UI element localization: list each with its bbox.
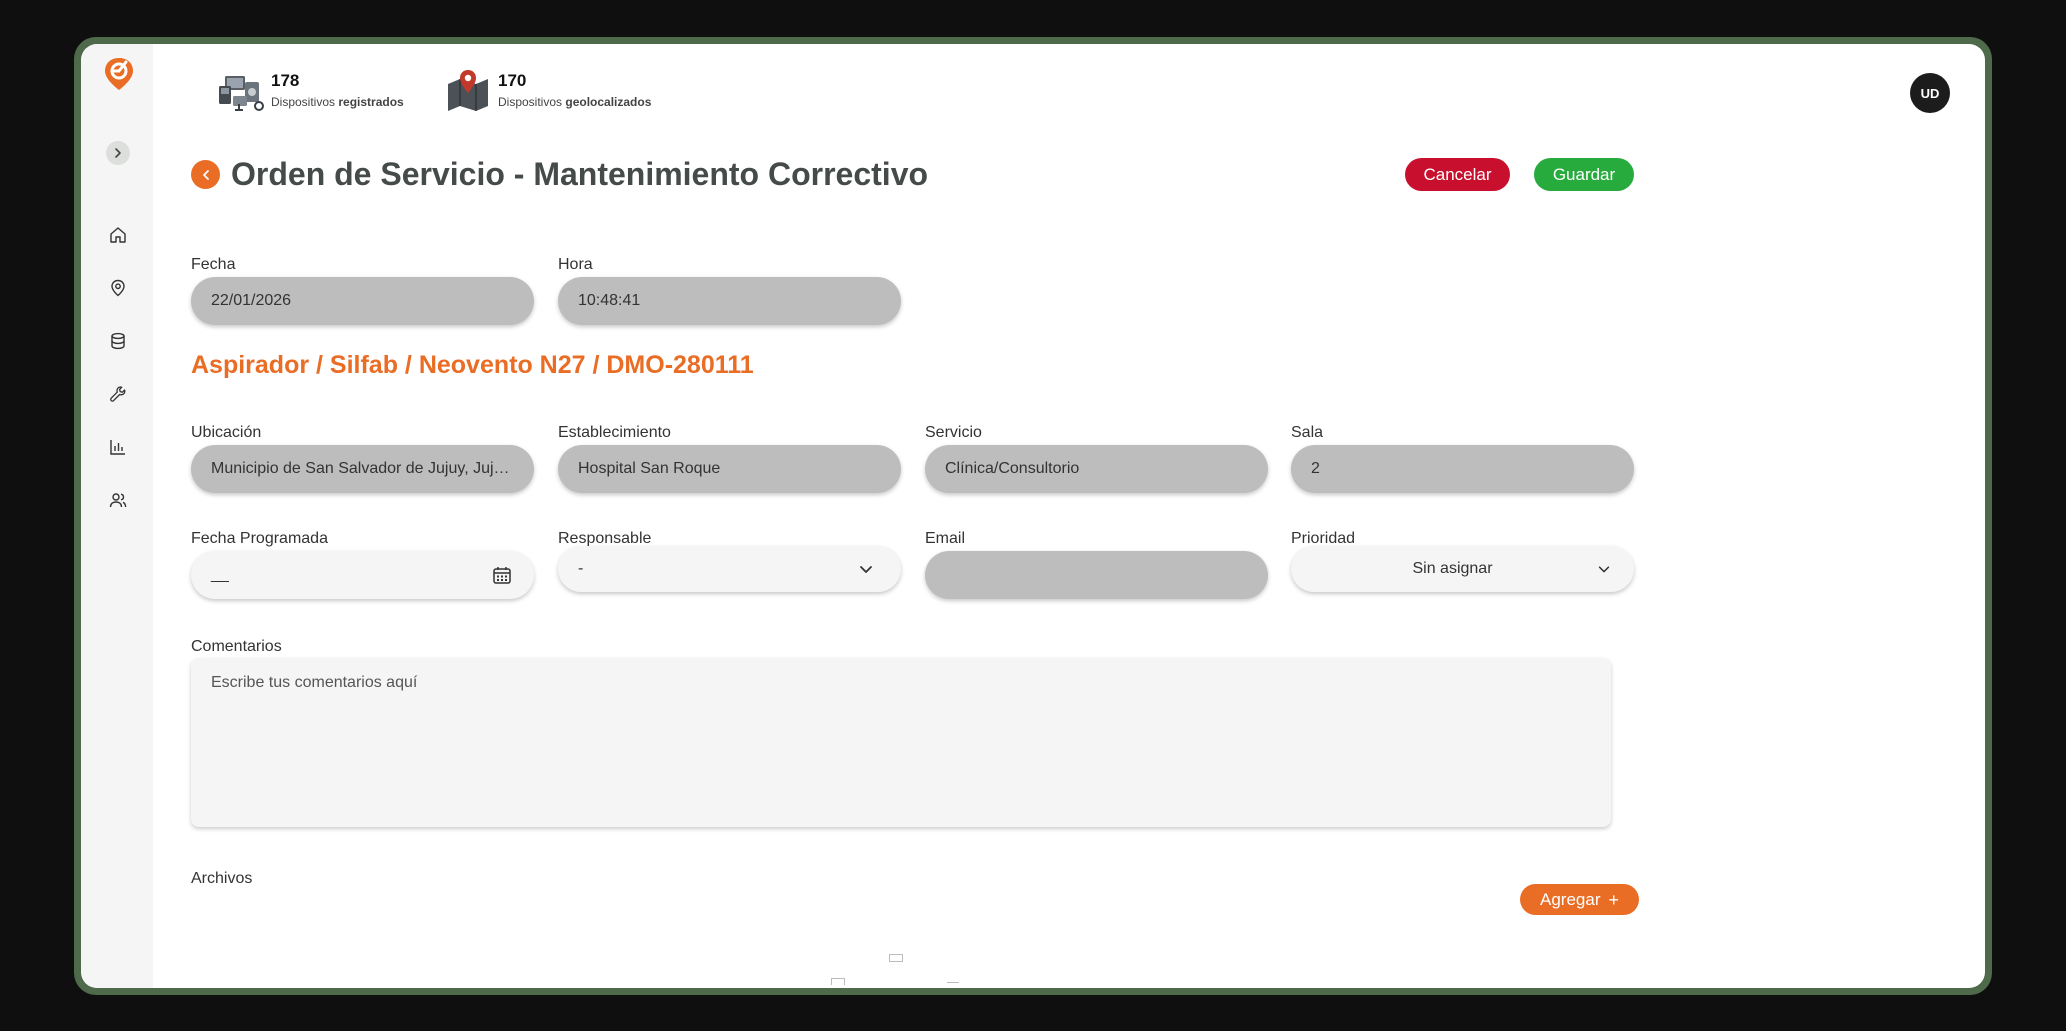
hora-field[interactable]: 10:48:41 <box>558 277 901 325</box>
hora-label: Hora <box>558 256 593 273</box>
users-icon <box>109 493 127 508</box>
placeholder-icon <box>831 978 845 985</box>
fecha-programada-label: Fecha Programada <box>191 530 328 547</box>
stat-geolocated-devices: 170 Dispositivos geolocalizados <box>444 66 651 114</box>
sidebar-item-location[interactable] <box>106 276 130 300</box>
home-icon <box>110 227 126 243</box>
calendar-icon[interactable] <box>492 565 512 585</box>
fecha-label: Fecha <box>191 256 236 273</box>
user-avatar[interactable]: UD <box>1910 73 1950 113</box>
sidebar-item-database[interactable] <box>106 329 130 353</box>
wrench-icon <box>110 386 126 402</box>
fecha-programada-input[interactable]: __ <box>191 551 534 599</box>
fecha-field[interactable]: 22/01/2026 <box>191 277 534 325</box>
sidebar-item-users[interactable] <box>106 488 130 512</box>
cancel-button[interactable]: Cancelar <box>1405 158 1510 191</box>
establecimiento-field[interactable]: Hospital San Roque <box>558 445 901 493</box>
chevron-left-icon <box>202 169 209 180</box>
device-frame: 178 Dispositivos registrados 170 Disposi… <box>74 37 1992 995</box>
placeholder-icon <box>889 954 903 962</box>
sidebar-item-reports[interactable] <box>106 435 130 459</box>
prioridad-value: Sin asignar <box>1412 560 1493 577</box>
stat-label: Dispositivos registrados <box>271 94 404 109</box>
app-logo-icon[interactable] <box>102 56 136 92</box>
establecimiento-label: Establecimiento <box>558 424 671 441</box>
app-window: 178 Dispositivos registrados 170 Disposi… <box>81 44 1985 988</box>
devices-icon <box>217 66 265 114</box>
servicio-field[interactable]: Clínica/Consultorio <box>925 445 1268 493</box>
map-location-icon <box>444 66 492 114</box>
email-field[interactable] <box>925 551 1268 599</box>
comentarios-label: Comentarios <box>191 638 282 655</box>
sala-field[interactable]: 2 <box>1291 445 1634 493</box>
archivos-label: Archivos <box>191 870 253 887</box>
save-button[interactable]: Guardar <box>1534 158 1634 191</box>
plus-icon: + <box>1608 889 1619 910</box>
sidebar-item-maintenance[interactable] <box>106 382 130 406</box>
device-title: Aspirador / Silfab / Neovento N27 / DMO-… <box>191 351 754 379</box>
add-file-label: Agregar <box>1540 889 1601 909</box>
ubicacion-field[interactable]: Municipio de San Salvador de Jujuy, Juju… <box>191 445 534 493</box>
prioridad-select[interactable]: Sin asignar <box>1291 546 1634 592</box>
bar-chart-icon <box>110 440 125 455</box>
add-file-button[interactable]: Agregar + <box>1520 884 1639 915</box>
database-icon <box>111 332 125 350</box>
servicio-label: Servicio <box>925 424 982 441</box>
comentarios-textarea[interactable]: Escribe tus comentarios aquí <box>191 658 1611 827</box>
fecha-programada-value: __ <box>211 566 229 583</box>
map-pin-icon <box>111 279 125 297</box>
chevron-right-icon <box>115 148 121 158</box>
stat-label: Dispositivos geolocalizados <box>498 94 652 109</box>
sidebar-item-home[interactable] <box>106 223 130 247</box>
email-label: Email <box>925 530 966 547</box>
chevron-down-icon <box>860 566 872 573</box>
responsable-value: - <box>578 560 584 577</box>
sala-label: Sala <box>1291 424 1324 441</box>
responsable-select[interactable]: - <box>558 546 901 592</box>
stat-count: 170 <box>498 70 527 90</box>
back-button[interactable] <box>191 160 220 189</box>
sidebar <box>81 44 153 988</box>
stat-count: 178 <box>271 70 300 90</box>
page-title: Orden de Servicio - Mantenimiento Correc… <box>231 156 929 192</box>
stat-registered-devices: 178 Dispositivos registrados <box>217 66 404 114</box>
placeholder-icon <box>947 976 959 983</box>
chevron-down-icon <box>1598 566 1610 573</box>
expand-sidebar-button[interactable] <box>106 141 130 165</box>
ubicacion-label: Ubicación <box>191 424 262 441</box>
